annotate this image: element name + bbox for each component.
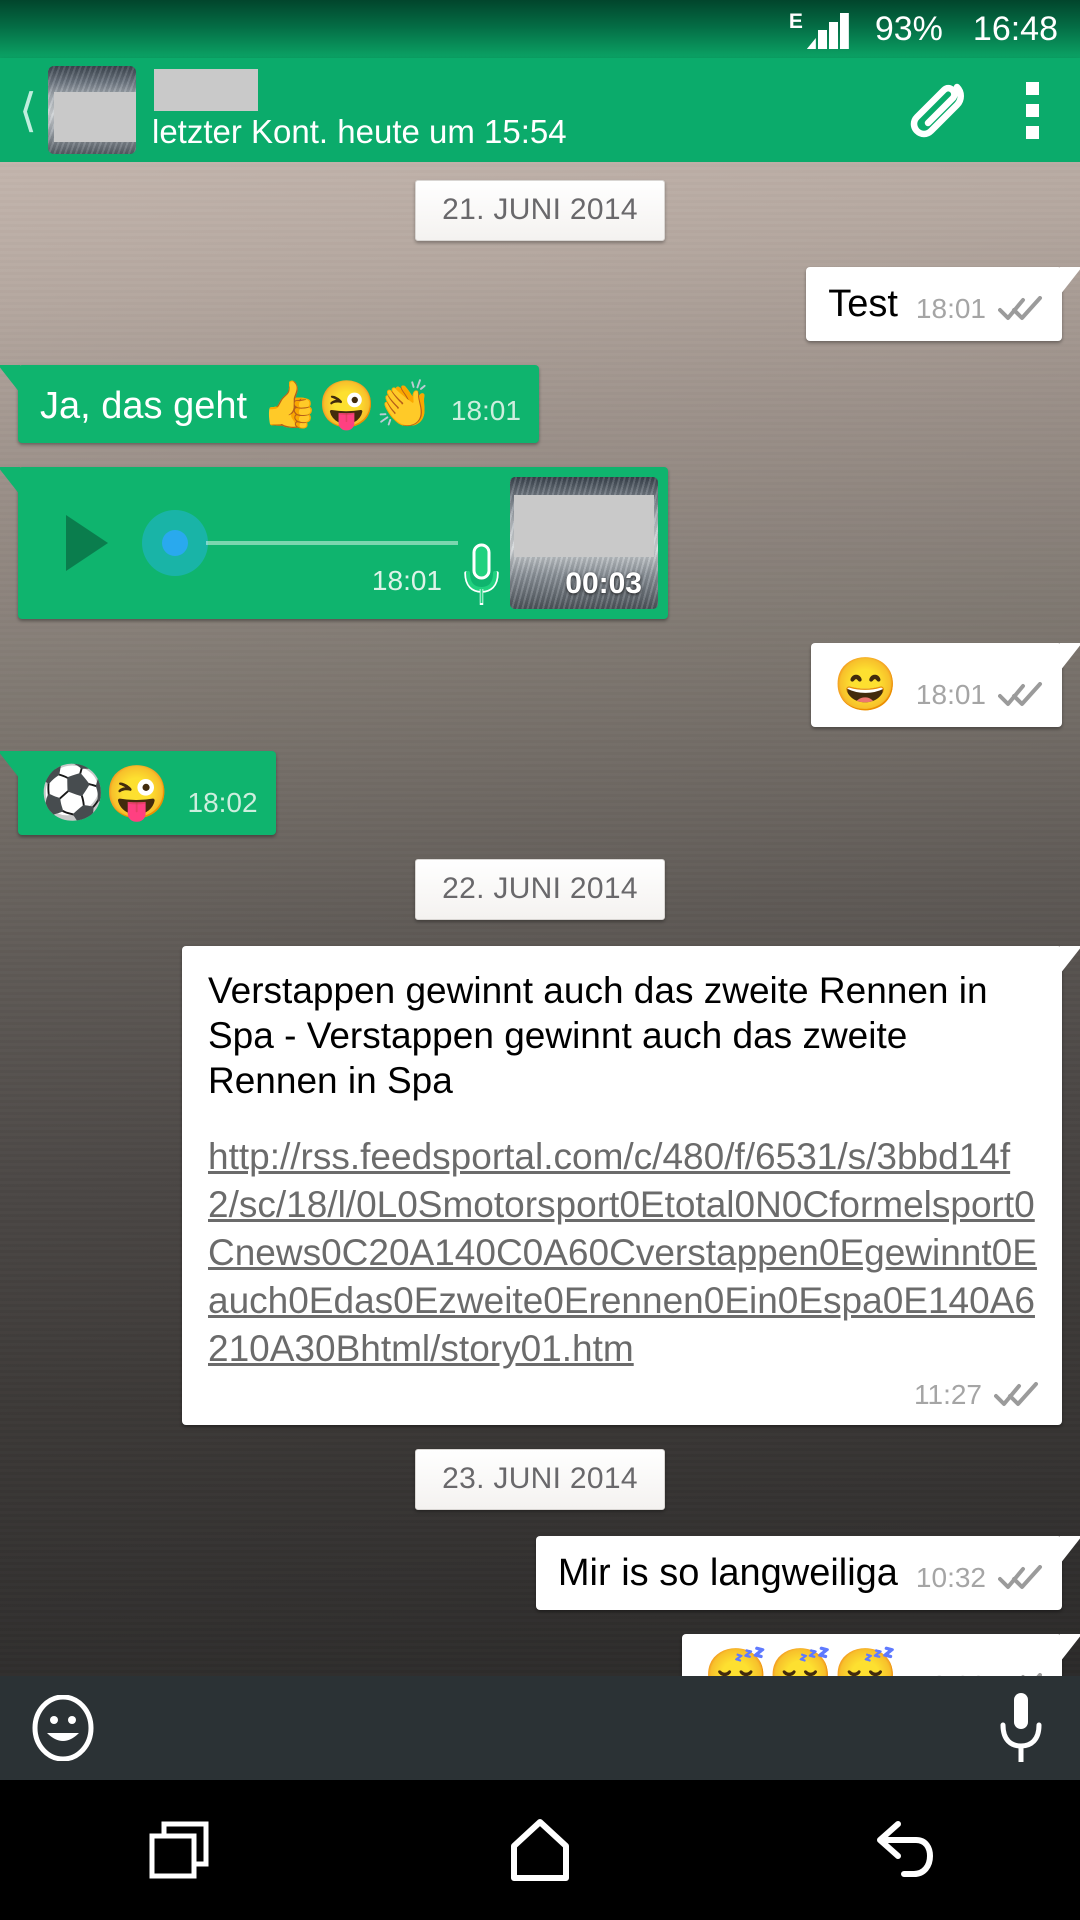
contact-last-seen: letzter Kont. heute um 15:54	[152, 113, 567, 150]
double-check-icon	[994, 1382, 1040, 1408]
outgoing-bubble[interactable]: 😄 18:01	[811, 643, 1080, 727]
voice-duration: 00:03	[565, 567, 642, 600]
message-text: Ja, das geht	[40, 385, 248, 427]
emoji-smiley-icon[interactable]	[30, 1694, 96, 1762]
microphone-icon[interactable]	[992, 1691, 1050, 1765]
back-chevron-icon[interactable]: ⟨	[10, 87, 46, 133]
message-time: 10:32	[915, 1562, 986, 1593]
back-icon[interactable]	[825, 1805, 975, 1895]
message-time: 18:02	[187, 787, 258, 818]
message-input-bar	[0, 1676, 1080, 1780]
outgoing-bubble[interactable]: Mir is so langweiliga 10:32	[535, 1536, 1080, 1610]
outgoing-bubble[interactable]: 😴😴😴 10:32	[681, 1634, 1080, 1676]
message-row: Test 18:01	[0, 267, 1080, 341]
play-icon[interactable]	[66, 515, 108, 571]
date-chip: 22. JUNI 2014	[415, 859, 665, 920]
contact-title-block[interactable]: letzter Kont. heute um 15:54	[152, 69, 900, 151]
message-time: 18:01	[915, 679, 986, 710]
status-bar: E 93% 16:48	[0, 0, 1080, 58]
battery-percentage: 93%	[874, 9, 943, 48]
message-text-input[interactable]	[96, 1693, 992, 1763]
voice-message-bubble[interactable]: 18:01 00:03	[0, 467, 668, 619]
date-divider-row: 22. JUNI 2014	[0, 859, 1080, 920]
double-check-icon	[998, 296, 1044, 322]
message-emoji: ⚽😜	[40, 764, 170, 822]
message-row: Mir is so langweiliga 10:32	[0, 1536, 1080, 1610]
message-meta: 11:27	[208, 1379, 1040, 1411]
home-icon[interactable]	[465, 1805, 615, 1895]
message-time: 18:01	[371, 565, 442, 596]
microphone-icon	[458, 543, 504, 609]
message-time: 18:01	[915, 293, 986, 324]
message-meta: 18:02	[188, 787, 258, 821]
message-text: Test	[828, 283, 898, 325]
voice-sender-thumbnail: 00:03	[510, 477, 658, 609]
phone-screen: E 93% 16:48 ⟨ letzter Kont. heute um 15:…	[0, 0, 1080, 1920]
message-time: 18:01	[450, 395, 521, 426]
incoming-bubble[interactable]: Ja, das geht 👍😜👏 18:01	[0, 365, 539, 443]
network-type-label: E	[788, 10, 803, 33]
incoming-bubble[interactable]: ⚽😜 18:02	[0, 751, 276, 835]
message-time: 11:27	[914, 1379, 982, 1410]
seek-handle[interactable]	[162, 530, 188, 556]
double-check-icon	[998, 682, 1044, 708]
message-row: 😄 18:01	[0, 643, 1080, 727]
date-divider-row: 21. JUNI 2014	[0, 180, 1080, 241]
link-headline: Verstappen gewinnt auch das zweite Renne…	[208, 970, 988, 1101]
recents-icon[interactable]	[105, 1805, 255, 1895]
thumbnail-redaction	[514, 495, 654, 557]
message-meta: 18:01	[451, 395, 521, 429]
message-row: Verstappen gewinnt auch das zweite Renne…	[0, 946, 1080, 1425]
message-meta: 10:32	[916, 1670, 1044, 1676]
app-bar: ⟨ letzter Kont. heute um 15:54	[0, 58, 1080, 162]
message-row: Ja, das geht 👍😜👏 18:01	[0, 365, 1080, 443]
message-link[interactable]: http://rss.feedsportal.com/c/480/f/6531/…	[208, 1133, 1040, 1373]
message-emoji: 👍😜👏	[261, 378, 433, 430]
signal-bars-icon: E	[789, 9, 849, 49]
overflow-menu-icon[interactable]	[1006, 81, 1058, 139]
message-meta: 10:32	[916, 1562, 1044, 1596]
message-emoji: 😴😴😴	[703, 1647, 898, 1676]
outgoing-bubble[interactable]: Test 18:01	[806, 267, 1080, 341]
chat-message-list[interactable]: 21. JUNI 2014 Test 18:01 Ja, das geht 👍😜…	[0, 162, 1080, 1676]
paperclip-icon[interactable]	[900, 70, 980, 150]
message-text: Mir is so langweiliga	[557, 1552, 898, 1594]
message-time: 10:32	[916, 1670, 986, 1676]
message-row: 18:01 00:03	[0, 467, 1080, 619]
message-row: ⚽😜 18:02	[0, 751, 1080, 835]
date-chip: 23. JUNI 2014	[415, 1449, 665, 1510]
double-check-icon	[998, 1565, 1044, 1591]
contact-name-redacted	[154, 69, 258, 111]
message-meta: 18:01	[916, 679, 1044, 713]
android-nav-bar	[0, 1780, 1080, 1920]
message-meta: 18:01	[916, 293, 1044, 327]
message-row: 😴😴😴 10:32	[0, 1634, 1080, 1676]
date-divider-row: 23. JUNI 2014	[0, 1449, 1080, 1510]
double-check-icon	[998, 1673, 1044, 1676]
message-emoji: 😄	[833, 656, 898, 714]
date-chip: 21. JUNI 2014	[415, 180, 665, 241]
contact-avatar[interactable]	[48, 66, 136, 154]
avatar-redaction	[54, 92, 136, 142]
seek-track[interactable]	[206, 541, 458, 545]
status-clock: 16:48	[972, 9, 1058, 48]
outgoing-link-bubble[interactable]: Verstappen gewinnt auch das zweite Renne…	[182, 946, 1080, 1425]
